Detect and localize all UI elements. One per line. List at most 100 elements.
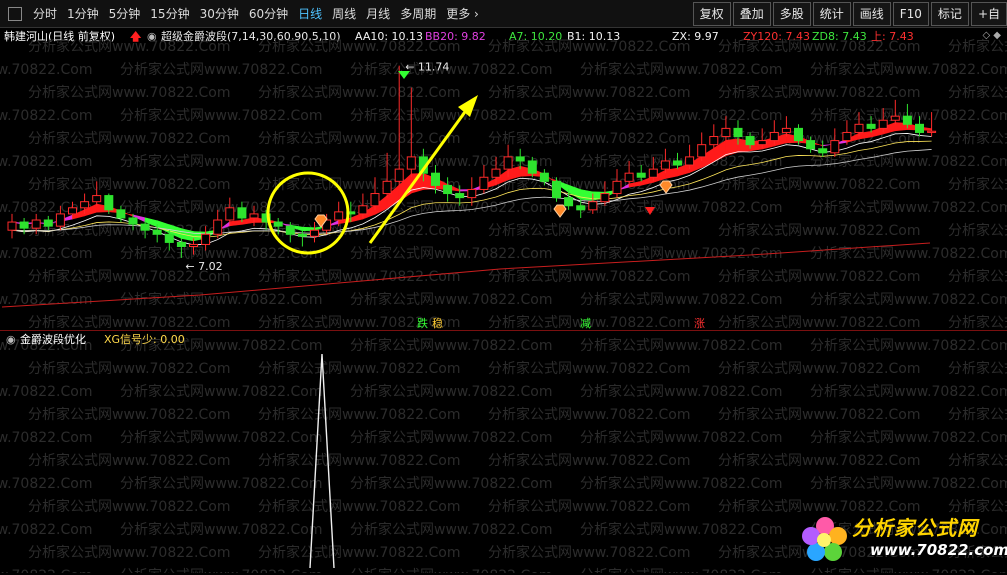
tab-fenshi[interactable]: 分时 [28,0,62,28]
candle-body [213,219,223,235]
candle-body [92,195,102,203]
candle-body [866,123,876,129]
candle-body [68,207,77,215]
settings-dot-icon[interactable]: ◉ [147,29,157,45]
xg-signal-value: XG信号少: 0.00 [104,333,185,346]
indicator-name[interactable]: 超级金爵波段(7,14,30,60,90,5,10) [161,29,341,45]
candle-body [612,180,622,195]
candle-body [201,233,211,245]
red-up-arrow-icon: 🡅 [130,30,142,43]
candle-body [733,127,743,138]
trend-arrow-line [368,104,472,244]
candle-body [176,241,186,247]
tab-1min[interactable]: 1分钟 [62,0,104,28]
candle-body [564,197,574,207]
f10-button[interactable]: F10 [892,2,929,26]
candle-body [527,160,537,174]
candle-body [394,168,404,182]
tab-multi-period[interactable]: 多周期 [395,0,441,28]
candle-body [43,219,53,227]
candle-body [431,172,440,186]
trend-ribbon-segment [628,180,642,188]
candle-body [297,233,307,237]
flower-logo-icon [802,517,847,561]
long-ma-red-line [1,242,931,308]
zy120-value: ZY120: 7.43 [743,30,810,43]
candle-body [19,221,29,229]
candle-body [370,193,380,207]
period-toolbar: 分时 1分钟 5分钟 15分钟 30分钟 60分钟 日线 周线 月线 多周期 更… [0,0,1007,28]
candle-body [709,136,719,146]
multi-stock-button[interactable]: 多股 [772,2,811,26]
buy-arrow-icon [645,207,655,215]
candle-body [697,144,707,158]
candle-body [7,221,17,231]
xg-signal-spike [309,353,335,569]
diamond-signal-icon [659,180,673,194]
candle-body [285,225,295,235]
candle-body [636,172,646,178]
signal-word-label: 减 [580,317,591,330]
candle-body [685,156,695,166]
signal-word-label: 稳 [432,316,443,330]
candle-body [576,205,586,211]
candle-body [890,115,900,121]
max-price-label: ← 11.74 [405,61,449,74]
corner-toggle-icons[interactable]: ◇ ◆ [982,30,1001,41]
candle-body [745,136,755,146]
candle-body [382,180,392,195]
candle-body [128,217,138,225]
menu-box-icon[interactable] [8,7,22,21]
candle-body [552,180,561,199]
candle-body [310,229,319,237]
up-value: 上: 7.43 [871,30,914,43]
fuquan-button[interactable]: 复权 [692,2,731,26]
tab-15min[interactable]: 15分钟 [145,0,194,28]
sub-settings-dot-icon[interactable]: ◉ [6,332,16,348]
tab-daily[interactable]: 日线 [293,0,327,28]
candle-body [781,127,791,133]
diamond-signal-icon [553,204,567,218]
a7-value: A7: 10.20 [509,30,563,43]
zx-value: ZX: 9.97 [672,30,719,43]
zd8-value: ZD8: 7.43 [812,30,867,43]
tab-more-label: 更多 [446,7,471,21]
b1-value: B1: 10.13 [567,30,621,43]
candle-body [660,160,670,170]
candle-body [104,195,114,211]
candle-body [358,205,368,215]
candle-body [927,130,937,133]
logo-name: 分析家公式网 [852,516,978,540]
tab-more[interactable]: 更多 › [441,0,484,28]
tool-buttons: 复权 叠加 多股 统计 画线 F10 标记 +自 [691,2,1007,26]
candle-body [116,209,126,219]
overlay-button[interactable]: 叠加 [732,2,771,26]
tab-60min[interactable]: 60分钟 [244,0,293,28]
add-self-button[interactable]: +自 [970,2,1007,26]
candle-body [479,176,489,190]
candle-body [225,207,235,221]
candle-body [600,193,610,203]
tab-monthly[interactable]: 月线 [361,0,395,28]
tab-30min[interactable]: 30分钟 [195,0,244,28]
trend-ribbon-segment [229,219,243,227]
candle-body [830,140,840,154]
bb20-value: BB20: 9.82 [425,30,486,43]
trend-ribbon-segment [665,167,678,179]
candle-body [673,160,682,166]
candle-body [455,193,465,199]
pane-divider[interactable] [0,330,1007,331]
tab-5min[interactable]: 5分钟 [104,0,146,28]
sub-indicator-name[interactable]: 金爵波段优化 [20,332,86,348]
candle-body [503,156,513,170]
stats-button[interactable]: 统计 [812,2,851,26]
mark-button[interactable]: 标记 [930,2,969,26]
tab-weekly[interactable]: 周线 [327,0,361,28]
period-tabs: 分时 1分钟 5分钟 15分钟 30分钟 60分钟 日线 周线 月线 多周期 更… [0,0,484,28]
candle-body [467,188,477,199]
candle-body [915,123,924,133]
draw-line-button[interactable]: 画线 [852,2,891,26]
candle-body [721,127,731,138]
candle-body [588,201,598,211]
kline-chart[interactable]: ← 11.74 ← 7.02 跌稳 减 涨 [0,45,1007,330]
